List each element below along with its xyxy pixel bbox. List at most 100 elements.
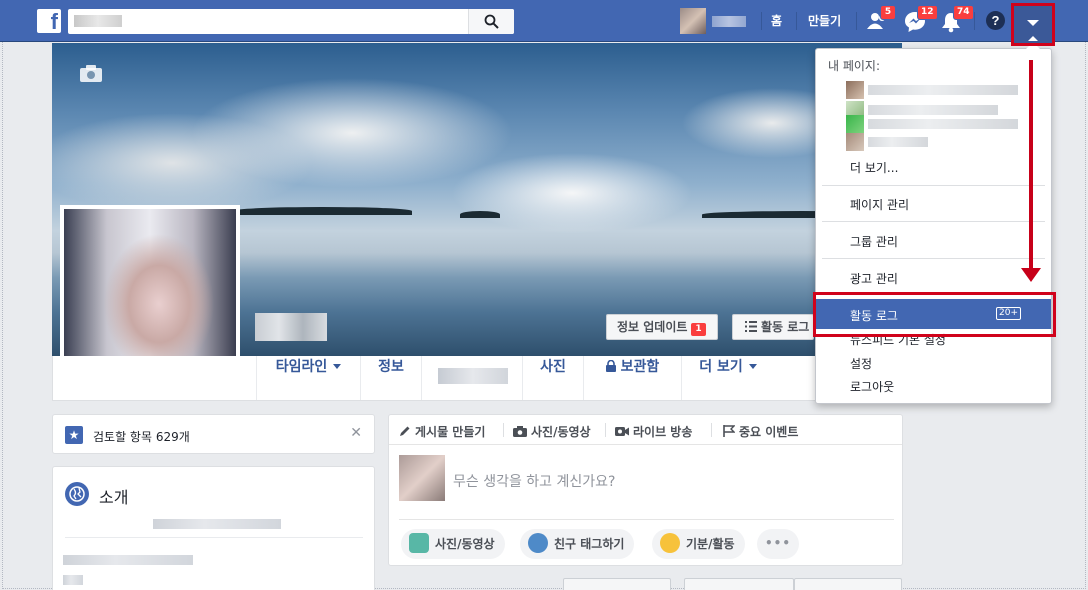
annotation-arrow-head xyxy=(1021,268,1041,282)
nav-divider xyxy=(974,12,975,30)
search-input[interactable] xyxy=(68,9,514,34)
home-link[interactable]: 홈 xyxy=(771,12,782,29)
update-info-button[interactable]: 정보 업데이트 1 xyxy=(606,314,718,340)
see-more-pages-link[interactable]: 더 보기... xyxy=(850,159,898,176)
menu-divider xyxy=(822,258,1045,259)
manage-pages-item[interactable]: 페이지 관리 xyxy=(850,196,909,213)
messages-badge: 12 xyxy=(917,5,938,20)
menu-divider xyxy=(822,185,1045,186)
menu-pointer-icon xyxy=(1028,36,1038,41)
page-list-item[interactable] xyxy=(846,115,1018,133)
photo-icon xyxy=(409,533,429,553)
page-thumbnail xyxy=(846,115,864,133)
nav-divider xyxy=(856,12,857,30)
search-icon xyxy=(484,14,499,29)
avatar xyxy=(399,455,445,501)
annotation-arrow-shaft xyxy=(1029,60,1033,272)
notifications-badge: 74 xyxy=(953,5,974,20)
profile-name-blurred xyxy=(255,313,327,341)
tab-divider xyxy=(605,423,606,437)
flag-icon xyxy=(723,425,736,437)
intro-detail-blurred xyxy=(63,555,193,565)
review-items-text: 검토할 항목 629개 xyxy=(93,430,190,444)
manage-posts-button[interactable] xyxy=(563,578,671,590)
post-text-input[interactable]: 무슨 생각을 하고 계신가요? xyxy=(453,471,615,491)
page-thumbnail xyxy=(846,81,864,99)
tab-friends-blurred[interactable] xyxy=(438,368,508,384)
news-feed-preferences-item[interactable]: 뉴스피드 기본 설정 xyxy=(850,331,946,348)
chevron-down-icon xyxy=(1027,20,1039,26)
notifications-button[interactable]: 74 xyxy=(940,5,974,34)
page-list-item[interactable] xyxy=(846,133,1018,151)
close-icon[interactable]: ✕ xyxy=(350,425,362,441)
menu-divider xyxy=(822,221,1045,222)
messages-button[interactable]: 12 xyxy=(904,5,938,34)
pencil-icon xyxy=(400,426,410,436)
search-button[interactable] xyxy=(468,9,514,34)
nav-divider xyxy=(761,12,762,30)
more-options-button[interactable]: ••• xyxy=(757,529,799,559)
tab-photos[interactable]: 사진 xyxy=(523,356,583,400)
tab-about[interactable]: 정보 xyxy=(361,356,421,400)
create-post-tab[interactable]: 게시물 만들기 xyxy=(399,423,485,440)
live-video-tab[interactable]: 라이브 방송 xyxy=(615,423,692,440)
manage-groups-item[interactable]: 그룹 관리 xyxy=(850,233,898,250)
activity-log-button[interactable]: 활동 로그 xyxy=(732,314,814,340)
tab-divider xyxy=(503,423,504,437)
chevron-down-icon xyxy=(333,364,342,369)
help-button[interactable]: ? xyxy=(986,11,1005,30)
create-link[interactable]: 만들기 xyxy=(808,12,841,29)
facebook-logo[interactable]: f xyxy=(37,9,61,34)
intro-detail-blurred xyxy=(63,575,83,585)
profile-shortcut[interactable] xyxy=(680,8,752,34)
tab-timeline[interactable]: 타임라인 xyxy=(257,356,360,400)
camera-icon[interactable] xyxy=(80,65,102,82)
settings-item[interactable]: 설정 xyxy=(850,355,872,372)
my-pages-header: 내 페이지: xyxy=(828,59,881,73)
intro-bio-blurred xyxy=(153,519,281,529)
friend-requests-badge: 5 xyxy=(880,5,896,20)
photo-video-tab[interactable]: 사진/동영상 xyxy=(513,423,591,440)
grid-view-button[interactable] xyxy=(794,578,902,590)
tab-archive[interactable]: 보관함 xyxy=(584,356,681,400)
tab-more[interactable]: 더 보기 xyxy=(682,356,774,400)
chevron-down-icon xyxy=(748,364,757,369)
tab-divider xyxy=(421,356,422,400)
intro-card: 소개 xyxy=(52,466,375,590)
manage-ads-item[interactable]: 광고 관리 xyxy=(850,270,898,287)
page-name-blurred xyxy=(868,119,1018,129)
page-name-blurred xyxy=(868,137,928,147)
camera-icon xyxy=(513,426,527,437)
search-query-blurred xyxy=(74,15,122,27)
tab-divider xyxy=(711,423,712,437)
activity-log-item[interactable]: 활동 로그 20+ xyxy=(816,299,1051,329)
list-view-button[interactable] xyxy=(684,578,794,590)
tag-friends-button[interactable]: 친구 태그하기 xyxy=(520,529,635,559)
profile-tabs: 타임라인 정보 사진 보관함 더 보기 xyxy=(52,356,902,401)
page-name-blurred xyxy=(868,105,998,115)
intro-title: 소개 xyxy=(99,488,129,507)
logout-item[interactable]: 로그아웃 xyxy=(850,378,894,395)
intro-divider xyxy=(65,537,363,538)
composer-divider xyxy=(399,519,894,520)
friend-requests-button[interactable]: 5 xyxy=(867,5,896,34)
review-items-card[interactable]: ★ 검토할 항목 629개 ✕ xyxy=(52,414,375,454)
photo-video-button[interactable]: 사진/동영상 xyxy=(401,529,505,559)
smiley-icon xyxy=(660,533,680,553)
feeling-activity-button[interactable]: 기분/활동 xyxy=(652,529,745,559)
activity-log-label: 활동 로그 xyxy=(761,320,810,334)
activity-log-count-badge: 20+ xyxy=(996,307,1021,320)
nav-divider xyxy=(796,12,797,30)
post-composer: 게시물 만들기 사진/동영상 라이브 방송 중요 이벤트 무슨 생각을 하고 계… xyxy=(388,414,903,566)
update-info-label: 정보 업데이트 xyxy=(617,320,688,334)
life-event-tab[interactable]: 중요 이벤트 xyxy=(723,423,798,440)
tag-friends-icon xyxy=(528,533,548,553)
profile-name-blurred xyxy=(712,16,746,27)
cover-shoreline xyxy=(232,207,412,215)
composer-tabs: 게시물 만들기 사진/동영상 라이브 방송 중요 이벤트 xyxy=(389,415,902,445)
activity-log-label: 활동 로그 xyxy=(850,309,898,323)
cover-shoreline xyxy=(460,211,500,218)
list-icon xyxy=(745,321,757,332)
account-menu-button[interactable] xyxy=(1011,3,1055,46)
page-list-item[interactable] xyxy=(846,81,1018,99)
